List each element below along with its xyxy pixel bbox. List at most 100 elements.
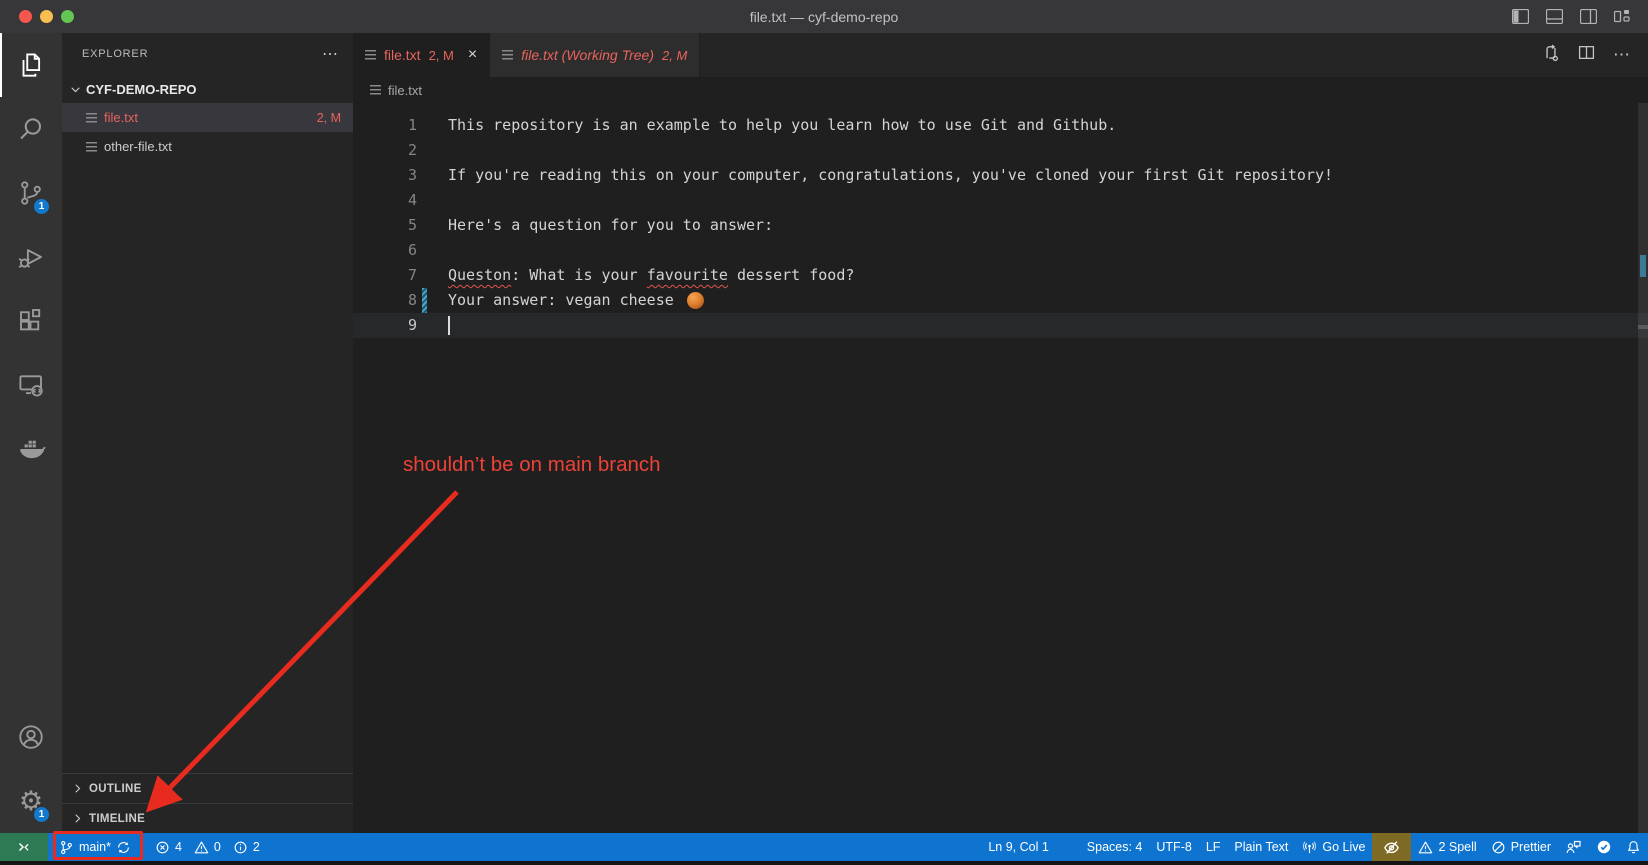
open-changes-icon[interactable] bbox=[1542, 44, 1560, 67]
line-number: 5 bbox=[353, 213, 417, 238]
line-number: 3 bbox=[353, 163, 417, 188]
gutter-spacer bbox=[422, 263, 427, 288]
close-window-button[interactable] bbox=[19, 10, 32, 23]
gutter-spacer bbox=[422, 163, 427, 188]
code-line-4[interactable]: 4 bbox=[353, 188, 1648, 213]
editor-group: file.txt 2, M × file.txt (Working Tree) … bbox=[353, 33, 1648, 833]
line-text: If you're reading this on your computer,… bbox=[448, 163, 1333, 188]
line-text: This repository is an example to help yo… bbox=[448, 113, 1116, 138]
notifications-bell-icon[interactable] bbox=[1619, 833, 1648, 861]
zoom-window-button[interactable] bbox=[61, 10, 74, 23]
tab-file-txt[interactable]: file.txt 2, M × bbox=[353, 33, 490, 77]
cursor-position-marker bbox=[1638, 325, 1648, 329]
prettier-indicator[interactable]: Prettier bbox=[1484, 833, 1558, 861]
timeline-panel-header[interactable]: TIMELINE bbox=[62, 803, 353, 833]
line-number: 6 bbox=[353, 238, 417, 263]
text-file-icon bbox=[86, 113, 97, 123]
info-icon bbox=[233, 840, 248, 855]
check-badge-icon[interactable] bbox=[1589, 833, 1619, 861]
window-bottom-edge bbox=[0, 861, 1648, 865]
file-problems-badge: 2, M bbox=[317, 111, 341, 125]
eye-off-icon bbox=[1383, 839, 1400, 856]
go-live-button[interactable]: Go Live bbox=[1295, 833, 1372, 861]
eol-indicator[interactable]: LF bbox=[1199, 833, 1228, 861]
toggle-primary-sidebar-icon[interactable] bbox=[1512, 9, 1529, 24]
encoding-indicator[interactable]: UTF-8 bbox=[1149, 833, 1198, 861]
close-tab-icon[interactable]: × bbox=[468, 46, 477, 64]
explorer-more-actions-icon[interactable]: ⋯ bbox=[322, 44, 339, 64]
language-mode-indicator[interactable]: Plain Text bbox=[1227, 833, 1295, 861]
toggle-panel-icon[interactable] bbox=[1546, 9, 1563, 24]
sidebar-title: EXPLORER bbox=[82, 48, 148, 60]
code-line-9[interactable]: 9 bbox=[353, 313, 1648, 338]
annotation-text: shouldn’t be on main branch bbox=[403, 453, 661, 477]
sidebar-item-other-file-txt[interactable]: other-file.txt bbox=[62, 132, 353, 161]
chevron-right-icon bbox=[72, 813, 83, 824]
activity-search-icon[interactable] bbox=[0, 97, 62, 161]
warning-icon bbox=[194, 840, 209, 855]
error-icon bbox=[155, 840, 170, 855]
text-file-icon bbox=[502, 50, 513, 60]
explorer-sidebar: EXPLORER ⋯ CYF-DEMO-REPO file.txt 2, M o… bbox=[62, 33, 353, 833]
text-file-icon bbox=[86, 142, 97, 152]
code-line-1[interactable]: 1 This repository is an example to help y… bbox=[353, 113, 1648, 138]
problems-indicator[interactable]: 4 0 2 bbox=[148, 833, 274, 861]
overview-ruler[interactable] bbox=[1638, 103, 1648, 833]
activity-explorer-icon[interactable] bbox=[0, 33, 62, 97]
pie-emoji bbox=[687, 292, 704, 309]
gutter-spacer bbox=[422, 138, 427, 163]
text-cursor bbox=[448, 316, 450, 335]
code-line-3[interactable]: 3 If you're reading this on your computer… bbox=[353, 163, 1648, 188]
activity-remote-explorer-icon[interactable] bbox=[0, 353, 62, 417]
gutter-spacer bbox=[422, 238, 427, 263]
outline-panel-header[interactable]: OUTLINE bbox=[62, 773, 353, 803]
editor-more-actions-icon[interactable]: ⋯ bbox=[1613, 45, 1630, 65]
line-text: Queston: What is your favourite dessert … bbox=[448, 263, 854, 288]
gutter-spacer bbox=[422, 213, 427, 238]
modified-line-marker bbox=[1640, 255, 1646, 277]
indentation-indicator[interactable]: Spaces: 4 bbox=[1080, 833, 1150, 861]
sidebar-item-file-txt[interactable]: file.txt 2, M bbox=[62, 103, 353, 132]
eye-off-toggle[interactable] bbox=[1372, 833, 1411, 861]
text-file-icon bbox=[370, 85, 381, 95]
line-number: 7 bbox=[353, 263, 417, 288]
window-controls bbox=[19, 10, 74, 23]
code-line-5[interactable]: 5 Here's a question for you to answer: bbox=[353, 213, 1648, 238]
spell-checker-indicator[interactable]: 2 Spell bbox=[1411, 833, 1483, 861]
line-number: 1 bbox=[353, 113, 417, 138]
breadcrumb[interactable]: file.txt bbox=[353, 77, 1648, 103]
toggle-secondary-sidebar-icon[interactable] bbox=[1580, 9, 1597, 24]
settings-badge: 1 bbox=[33, 806, 50, 823]
vscode-window: file.txt — cyf-demo-repo 1 bbox=[0, 0, 1648, 865]
cursor-position-indicator[interactable]: Ln 9, Col 1 bbox=[981, 833, 1055, 861]
activity-run-debug-icon[interactable] bbox=[0, 225, 62, 289]
text-file-icon bbox=[365, 50, 376, 60]
activity-accounts-icon[interactable] bbox=[0, 705, 62, 769]
activity-bar: 1 ⚙ 1 bbox=[0, 33, 62, 833]
gutter-spacer bbox=[422, 188, 427, 213]
feedback-icon[interactable] bbox=[1558, 833, 1589, 861]
code-line-8[interactable]: 8Your answer: vegan cheese bbox=[353, 288, 1648, 313]
split-editor-icon[interactable] bbox=[1578, 44, 1595, 66]
line-number: 4 bbox=[353, 188, 417, 213]
activity-settings-icon[interactable]: ⚙ 1 bbox=[0, 769, 62, 833]
line-text: Your answer: vegan cheese bbox=[448, 288, 704, 313]
remote-indicator[interactable] bbox=[0, 833, 48, 861]
tab-file-txt-working-tree[interactable]: file.txt (Working Tree) 2, M bbox=[490, 33, 700, 77]
tab-bar: file.txt 2, M × file.txt (Working Tree) … bbox=[353, 33, 1648, 77]
activity-source-control-icon[interactable]: 1 bbox=[0, 161, 62, 225]
folder-section-cyf-demo-repo[interactable]: CYF-DEMO-REPO bbox=[62, 75, 353, 103]
status-bar: main* 4 0 2 Ln 9, Col 1 Spaces: 4 UTF-8 … bbox=[0, 833, 1648, 861]
line-text: Here's a question for you to answer: bbox=[448, 213, 773, 238]
activity-docker-icon[interactable] bbox=[0, 417, 62, 481]
activity-extensions-icon[interactable] bbox=[0, 289, 62, 353]
code-line-7[interactable]: 7 Queston: What is your favourite dessert… bbox=[353, 263, 1648, 288]
source-control-badge: 1 bbox=[33, 198, 50, 215]
titlebar: file.txt — cyf-demo-repo bbox=[0, 0, 1648, 33]
customize-layout-icon[interactable] bbox=[1614, 9, 1630, 24]
code-line-2[interactable]: 2 bbox=[353, 138, 1648, 163]
code-line-6[interactable]: 6 bbox=[353, 238, 1648, 263]
gutter-spacer bbox=[422, 313, 427, 338]
minimize-window-button[interactable] bbox=[40, 10, 53, 23]
chevron-down-icon bbox=[70, 84, 81, 95]
